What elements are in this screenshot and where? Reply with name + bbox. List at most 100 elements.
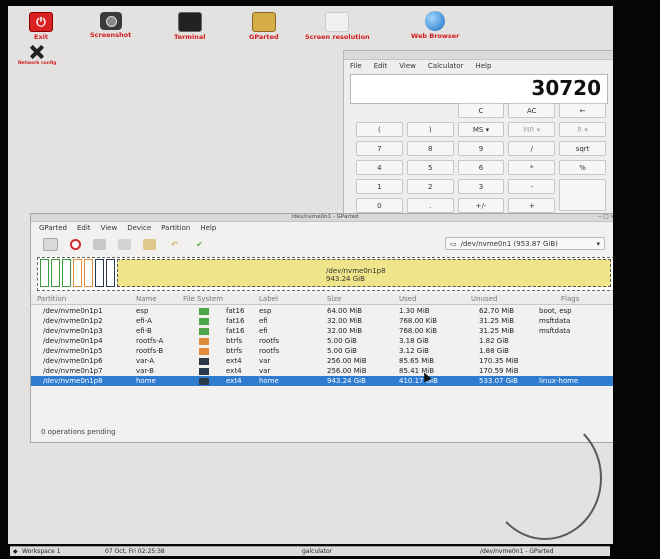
calc-key-4[interactable]: 4 <box>356 160 403 175</box>
menu-gparted[interactable]: GParted <box>39 224 67 232</box>
calc-key-sqrt[interactable]: sqrt <box>559 141 606 156</box>
calc-menu-help[interactable]: Help <box>475 62 491 70</box>
col-file-system[interactable]: File System <box>183 295 223 303</box>
partition-map-segment[interactable] <box>95 259 104 287</box>
col-name[interactable]: Name <box>136 295 157 303</box>
desktop-icon-exit[interactable]: ⏻ Exit <box>29 12 53 41</box>
cell-file-system: ext4 <box>226 367 242 375</box>
calc-key-multiply[interactable]: * <box>508 160 556 175</box>
table-row[interactable]: /dev/nvme0n1p6 var-A ext4 var 256.00 MiB 85.6… <box>31 356 613 366</box>
desktop-icon-gparted[interactable]: GParted <box>249 12 279 41</box>
calc-key-6[interactable]: 6 <box>457 160 505 175</box>
taskbar-task-gparted[interactable]: /dev/nvme0n1 - GParted <box>480 548 553 555</box>
new-partition-icon[interactable] <box>43 237 58 251</box>
calc-key-7[interactable]: 7 <box>356 141 403 156</box>
desktop-icon-label: Network config <box>18 61 57 66</box>
table-row[interactable]: /dev/nvme0n1p3 efi-B fat16 efi 32.00 MiB 768.… <box>31 326 613 336</box>
calc-key-all-clear[interactable]: AC <box>508 103 556 118</box>
calc-key-5[interactable]: 5 <box>406 160 454 175</box>
cell-size: 943.24 GiB <box>327 377 366 385</box>
cell-unused: 31.25 MiB <box>479 317 515 325</box>
calc-key-0[interactable]: 0 <box>356 198 403 213</box>
col-used[interactable]: Used <box>399 295 417 303</box>
desktop-icon-screenshot[interactable]: Screenshot <box>90 12 131 39</box>
cell-name: rootfs-B <box>136 347 164 355</box>
resize-move-icon[interactable] <box>93 238 106 250</box>
calc-menu-edit[interactable]: Edit <box>374 62 388 70</box>
calc-key-close-paren[interactable]: ) <box>406 122 454 137</box>
calc-key-memory-store[interactable]: MS ▾ <box>457 122 505 137</box>
calc-key-1[interactable]: 1 <box>356 179 403 194</box>
calc-key-clear[interactable]: C <box>457 103 505 118</box>
calculator-titlebar[interactable] <box>344 51 613 60</box>
delete-partition-icon[interactable] <box>70 238 81 250</box>
partition-map-segment[interactable] <box>62 259 71 287</box>
menu-partition[interactable]: Partition <box>161 224 190 232</box>
calc-menu-view[interactable]: View <box>399 62 416 70</box>
cell-used: 410.17 GiB <box>399 377 438 385</box>
calc-key-sign[interactable]: +/- <box>457 198 505 213</box>
calc-menu-calculator[interactable]: Calculator <box>428 62 464 70</box>
cell-name: var-B <box>136 367 154 375</box>
menu-view[interactable]: View <box>101 224 118 232</box>
calc-key-9[interactable]: 9 <box>457 141 505 156</box>
cell-used: 3.18 GiB <box>399 337 429 345</box>
partition-map-segment[interactable] <box>106 259 115 287</box>
menu-edit[interactable]: Edit <box>77 224 91 232</box>
partition-map-segment[interactable] <box>84 259 93 287</box>
desktop-icon-network-config[interactable]: Network config <box>18 44 57 66</box>
partition-map-segment[interactable] <box>51 259 60 287</box>
table-row[interactable]: /dev/nvme0n1p1 esp fat16 esp 64.00 MiB 1.30 M… <box>31 306 613 316</box>
col-flags[interactable]: Flags <box>561 295 579 303</box>
col-partition[interactable]: Partition <box>37 295 66 303</box>
terminal-icon <box>177 12 202 32</box>
partition-map-segment[interactable] <box>73 259 82 287</box>
calc-key-3[interactable]: 3 <box>457 179 505 194</box>
cell-unused: 533.07 GiB <box>479 377 518 385</box>
calc-key-divide[interactable]: / <box>508 141 556 156</box>
table-row[interactable]: /dev/nvme0n1p7 var-B ext4 var 256.00 MiB 85.4… <box>31 366 613 376</box>
calc-key-memory-recall[interactable]: MR ▾ <box>508 122 556 137</box>
cell-unused: 170.35 MiB <box>479 357 519 365</box>
table-row[interactable]: /dev/nvme0n1p2 efi-A fat16 efi 32.00 MiB 768.… <box>31 316 613 326</box>
gparted-titlebar[interactable]: /dev/nvme0n1 - GParted ‒ □ × <box>31 214 613 222</box>
calc-key-open-paren[interactable]: ( <box>356 122 403 137</box>
desktop-icon-terminal[interactable]: Terminal <box>174 12 205 41</box>
device-selector[interactable]: ▭ /dev/nvme0n1 (953.87 GiB) ▾ <box>445 237 605 250</box>
col-size[interactable]: Size <box>327 295 341 303</box>
table-row[interactable]: /dev/nvme0n1p5 rootfs-B btrfs rootfs 5.00 Gi… <box>31 346 613 356</box>
calc-key-percent[interactable]: % <box>559 160 606 175</box>
paste-icon[interactable] <box>143 238 156 250</box>
desktop-icon-web-browser[interactable]: Web Browser <box>411 11 459 40</box>
desktop-icon-label: Screen resolution <box>305 33 370 41</box>
col-label[interactable]: Label <box>259 295 278 303</box>
menu-help[interactable]: Help <box>200 224 216 232</box>
device-selector-value: /dev/nvme0n1 (953.87 GiB) <box>460 239 558 248</box>
start-menu-icon[interactable]: ◆ <box>13 548 18 555</box>
calc-menu-file[interactable]: File <box>350 62 362 70</box>
cell-label: rootfs <box>259 347 280 355</box>
col-unused[interactable]: Unused <box>471 295 497 303</box>
partition-map-segment[interactable] <box>40 259 49 287</box>
calc-key-register[interactable]: R ▾ <box>559 122 606 137</box>
calc-key-8[interactable]: 8 <box>406 141 454 156</box>
calc-key-2[interactable]: 2 <box>406 179 454 194</box>
calculator-display: 30720 <box>350 74 608 104</box>
window-controls-icon[interactable]: ‒ □ × <box>598 214 613 221</box>
calc-key-plus[interactable]: + <box>508 198 556 213</box>
undo-icon[interactable]: ↶ <box>168 239 181 250</box>
menu-device[interactable]: Device <box>127 224 151 232</box>
apply-icon[interactable]: ✔ <box>193 239 206 250</box>
calc-key-minus[interactable]: - <box>508 179 556 194</box>
cell-size: 256.00 MiB <box>327 357 367 365</box>
table-row[interactable]: /dev/nvme0n1p4 rootfs-A btrfs rootfs 5.00 Gi… <box>31 336 613 346</box>
workspace-switcher[interactable]: Workspace 1 <box>22 548 61 555</box>
calc-key-point[interactable]: . <box>406 198 454 213</box>
table-row[interactable]: /dev/nvme0n1p8 home ext4 home 943.24 GiB 410.… <box>31 376 613 386</box>
taskbar-task-calculator[interactable]: galculator <box>302 548 332 555</box>
gparted-menubar: GParted Edit View Device Partition Help <box>31 222 613 234</box>
desktop-icon-screen-resolution[interactable]: Screen resolution <box>305 12 370 41</box>
copy-icon[interactable] <box>118 238 131 250</box>
calc-key-equals[interactable] <box>559 179 606 211</box>
calc-key-backspace[interactable]: ← <box>559 103 606 118</box>
